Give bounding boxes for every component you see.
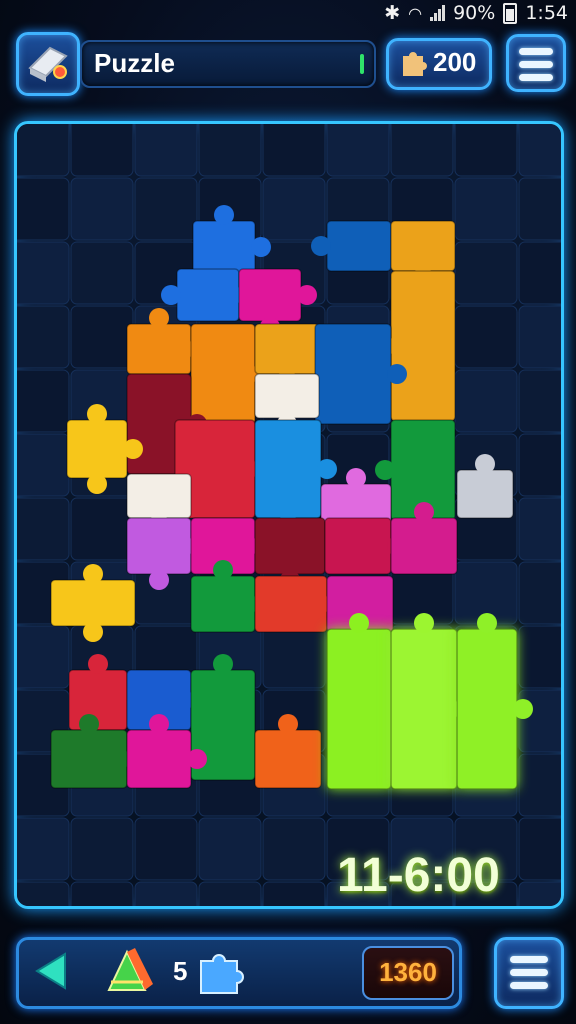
puzzle-piece[interactable]: [456, 454, 514, 519]
progress-indicator: [360, 54, 364, 74]
puzzle-piece[interactable]: [326, 613, 392, 790]
signal-icon: [430, 5, 446, 21]
score-display: 1360: [362, 946, 454, 1000]
timer-display: 11-6:00: [337, 849, 500, 902]
hint-count: 5: [173, 956, 188, 986]
puzzle-piece[interactable]: [254, 714, 322, 789]
clock: 1:54: [525, 2, 568, 24]
puzzle-board: 11-6:00: [14, 121, 564, 909]
puzzle-piece[interactable]: [456, 613, 533, 790]
wifi-icon: ◠: [408, 3, 423, 23]
title-bar: Puzzle: [80, 40, 376, 88]
puzzle-piece-icon[interactable]: [195, 949, 249, 995]
eraser-tool-button[interactable]: [16, 32, 80, 96]
battery-percent: 90%: [453, 2, 496, 24]
puzzle-piece[interactable]: [68, 654, 128, 731]
puzzle-piece-icon: [403, 52, 427, 76]
coin-count: 200: [433, 47, 477, 77]
menu-button[interactable]: [506, 34, 566, 92]
bottom-toolbar: 5 1360: [16, 937, 462, 1009]
hamburger-menu-icon: [519, 48, 553, 87]
bottom-menu-button[interactable]: [494, 937, 564, 1009]
hamburger-menu-icon: [510, 956, 548, 995]
page-title: Puzzle: [94, 48, 175, 78]
battery-icon: [503, 2, 518, 24]
bluetooth-icon: ✱: [384, 2, 401, 24]
puzzle-piece[interactable]: [50, 564, 136, 642]
puzzle-piece[interactable]: [192, 205, 271, 274]
status-bar: ✱ ◠ 90% 1:54: [0, 0, 576, 26]
prism-icon[interactable]: [99, 946, 159, 998]
triangle-left-icon[interactable]: [33, 952, 69, 990]
puzzle-piece[interactable]: [311, 220, 392, 272]
eraser-icon: [28, 46, 68, 82]
coins-button[interactable]: 200: [386, 38, 492, 90]
puzzle-pieces[interactable]: [17, 124, 561, 906]
score-value: 1360: [379, 957, 437, 987]
